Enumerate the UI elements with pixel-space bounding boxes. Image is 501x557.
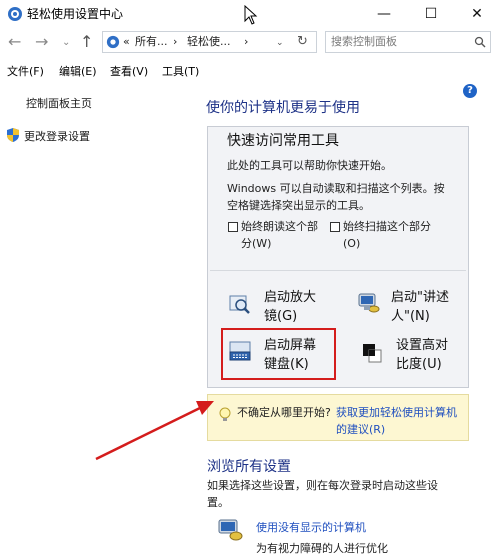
magnifier-label-1[interactable]: 启动放大 — [264, 288, 316, 308]
search-placeholder: 搜索控制面板 — [331, 35, 397, 48]
menu-tools[interactable]: 工具(T) — [162, 64, 199, 80]
use-computer-without-display-sub: 为有视力障碍的人进行优化 — [256, 542, 388, 555]
magnifier-icon[interactable] — [229, 293, 251, 315]
menu-edit[interactable]: 编辑(E) — [59, 64, 97, 80]
menu-file[interactable]: 文件(F) — [7, 64, 44, 80]
lightbulb-icon — [219, 407, 231, 421]
panel-description: 此处的工具可以帮助你快速开始。 — [227, 159, 392, 172]
sidebar-control-panel-home[interactable]: 控制面板主页 — [26, 96, 92, 112]
tip-text: 不确定从哪里开始? — [237, 406, 331, 419]
breadcrumb-prefix[interactable]: « — [123, 32, 130, 52]
recent-chevron-icon[interactable]: ⌄ — [62, 33, 70, 53]
computer-narrator-icon[interactable] — [217, 516, 243, 542]
breadcrumb-all[interactable]: 所有... — [135, 32, 168, 52]
scan-section-label-1[interactable]: 始终扫描这个部分 — [343, 218, 431, 235]
page-heading: 使你的计算机更易于使用 — [206, 100, 360, 116]
panel-divider — [210, 270, 466, 271]
breadcrumb-separator[interactable]: › — [173, 32, 177, 52]
scan-section-label-2[interactable]: (O) — [343, 235, 360, 252]
read-section-label-2[interactable]: 分(W) — [241, 235, 271, 252]
close-button[interactable]: ✕ — [457, 2, 497, 26]
panel-scan-text-2: 空格键选择突出显示的工具。 — [227, 199, 370, 212]
breadcrumb-ease-of-access[interactable]: 轻松使... — [187, 32, 231, 52]
browse-settings-desc-1: 如果选择这些设置，则在每次登录时启动这些设 — [207, 479, 438, 492]
control-panel-small-icon — [106, 35, 120, 49]
window-title: 轻松使用设置中心 — [27, 7, 124, 21]
tip-link-line-2[interactable]: 的建议(R) — [336, 421, 385, 438]
panel-scan-text-1: Windows 可以自动读取和扫描这个列表。按 — [227, 182, 445, 195]
refresh-icon[interactable]: ↻ — [297, 32, 308, 52]
help-icon[interactable]: ? — [463, 84, 477, 98]
browse-all-settings-heading: 浏览所有设置 — [207, 459, 291, 475]
narrator-label-2[interactable]: 人"(N) — [391, 307, 430, 327]
high-contrast-icon[interactable] — [362, 343, 382, 363]
magnifier-label-2[interactable]: 镜(G) — [264, 307, 297, 327]
back-arrow-icon[interactable]: ← — [8, 32, 21, 52]
high-contrast-label-1[interactable]: 设置高对 — [396, 336, 448, 356]
tip-link-line-1[interactable]: 获取更加轻松使用计算机 — [336, 404, 457, 421]
mouse-cursor-icon — [244, 5, 258, 25]
read-section-label-1[interactable]: 始终朗读这个部 — [241, 218, 318, 235]
shield-icon — [7, 128, 19, 142]
panel-title: 快速访问常用工具 — [227, 133, 339, 149]
maximize-button[interactable]: ☐ — [411, 2, 451, 26]
menu-view[interactable]: 查看(V) — [110, 64, 148, 80]
narrator-icon[interactable] — [357, 291, 381, 315]
forward-arrow-icon[interactable]: → — [35, 32, 48, 52]
minimize-button[interactable]: — — [364, 2, 404, 26]
narrator-label-1[interactable]: 启动"讲述 — [391, 288, 449, 308]
red-arrow-annotation — [95, 401, 214, 461]
browse-settings-desc-2: 置。 — [207, 496, 229, 509]
read-section-checkbox[interactable] — [228, 222, 238, 232]
address-dropdown-icon[interactable]: ⌄ — [276, 33, 284, 53]
search-icon[interactable] — [474, 36, 486, 48]
up-arrow-icon[interactable]: ↑ — [80, 32, 93, 52]
breadcrumb-separator-2[interactable]: › — [244, 32, 248, 52]
red-highlight-box — [221, 328, 336, 380]
sidebar-change-login-settings[interactable]: 更改登录设置 — [24, 129, 90, 145]
control-panel-icon — [8, 7, 22, 21]
scan-section-checkbox[interactable] — [330, 222, 340, 232]
high-contrast-label-2[interactable]: 比度(U) — [396, 355, 442, 375]
use-computer-without-display-link[interactable]: 使用没有显示的计算机 — [256, 519, 366, 536]
